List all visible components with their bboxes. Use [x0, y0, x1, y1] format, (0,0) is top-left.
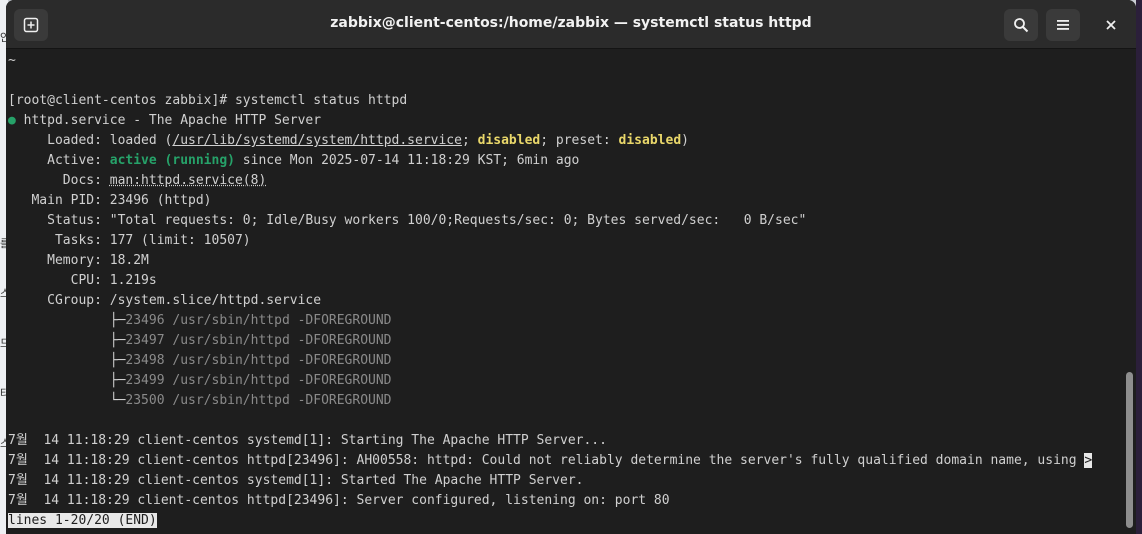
- tree-branch: └─: [8, 393, 126, 408]
- new-tab-button[interactable]: [14, 9, 48, 41]
- unit-file-path: /usr/lib/systemd/system/httpd.service: [172, 133, 462, 148]
- journal-log-line: 7월 14 11:18:29 client-centos httpd[23496…: [8, 451, 1093, 471]
- scrollbar-thumb[interactable]: [1126, 372, 1133, 528]
- terminal-line-home: ~: [8, 53, 16, 68]
- process-command: 23497 /usr/sbin/httpd -DFOREGROUND: [125, 333, 392, 348]
- loaded-end: ): [681, 133, 689, 148]
- hamburger-menu-icon: [1057, 20, 1069, 30]
- journal-log-line: 7월 14 11:18:29 client-centos systemd[1]:…: [8, 473, 584, 488]
- terminal-line-active: Active: active (running) since Mon 2025-…: [8, 151, 579, 171]
- menu-button[interactable]: [1046, 9, 1080, 41]
- tree-branch: ├─: [8, 373, 126, 388]
- journal-log-text: 7월 14 11:18:29 client-centos httpd[23496…: [8, 453, 1085, 468]
- terminal-line-main-pid: Main PID: 23496 (httpd): [8, 193, 212, 208]
- terminal-line-cpu: CPU: 1.219s: [8, 273, 157, 288]
- journal-log-line: 7월 14 11:18:29 client-centos systemd[1]:…: [8, 433, 607, 448]
- active-label: Active:: [8, 153, 110, 168]
- service-name: httpd.service - The Apache HTTP Server: [15, 113, 322, 128]
- process-command: 23498 /usr/sbin/httpd -DFOREGROUND: [125, 353, 392, 368]
- journal-log-line: 7월 14 11:18:29 client-centos httpd[23496…: [8, 493, 670, 508]
- docs-label: Docs:: [8, 173, 110, 188]
- window-title: zabbix@client-centos:/home/zabbix — syst…: [330, 15, 812, 31]
- terminal-line-prompt: [root@client-centos zabbix]# systemctl s…: [8, 93, 408, 108]
- process-tree-item: ├─23496 /usr/sbin/httpd -DFOREGROUND: [8, 311, 392, 331]
- vertical-scrollbar[interactable]: [1124, 49, 1136, 534]
- pager-status: lines 1-20/20 (END): [8, 513, 157, 528]
- terminal-line-status: Status: "Total requests: 0; Idle/Busy wo…: [8, 213, 807, 228]
- process-command: 23499 /usr/sbin/httpd -DFOREGROUND: [125, 373, 392, 388]
- process-command: 23496 /usr/sbin/httpd -DFOREGROUND: [125, 313, 392, 328]
- loaded-label: Loaded: loaded (: [8, 133, 173, 148]
- search-button[interactable]: [1004, 9, 1038, 41]
- terminal-line-docs: Docs: man:httpd.service(8): [8, 171, 267, 191]
- tree-branch: ├─: [8, 353, 126, 368]
- tree-branch: ├─: [8, 333, 126, 348]
- terminal-line-tasks: Tasks: 177 (limit: 10507): [8, 233, 251, 248]
- title-bar: zabbix@client-centos:/home/zabbix — syst…: [6, 0, 1136, 49]
- process-command: 23500 /usr/sbin/httpd -DFOREGROUND: [125, 393, 392, 408]
- unit-state: disabled: [477, 133, 541, 148]
- search-icon: [1014, 18, 1029, 33]
- terminal-line-service: ● httpd.service - The Apache HTTP Server: [8, 111, 321, 131]
- docs-link[interactable]: man:httpd.service(8): [110, 173, 267, 188]
- terminal-line-loaded: Loaded: loaded (/usr/lib/systemd/system/…: [8, 131, 689, 151]
- preset-state: disabled: [618, 133, 682, 148]
- tree-branch: ├─: [8, 313, 126, 328]
- close-icon: [1106, 20, 1116, 30]
- status-bullet-icon: ●: [8, 113, 16, 128]
- loaded-separator: ;: [461, 133, 478, 148]
- close-button[interactable]: [1094, 9, 1128, 41]
- terminal-output[interactable]: ~ [root@client-centos zabbix]# systemctl…: [6, 49, 1124, 534]
- process-tree-item: ├─23498 /usr/sbin/httpd -DFOREGROUND: [8, 351, 392, 371]
- pager-status-line: lines 1-20/20 (END): [8, 511, 157, 531]
- terminal-line-cgroup: CGroup: /system.slice/httpd.service: [8, 293, 322, 308]
- terminal-window: zabbix@client-centos:/home/zabbix — syst…: [6, 0, 1136, 534]
- terminal-line-memory: Memory: 18.2M: [8, 253, 149, 268]
- active-since: since Mon 2025-07-14 11:18:29 KST; 6min …: [234, 153, 580, 168]
- desktop-background-right: [1136, 0, 1142, 534]
- process-tree-item: ├─23499 /usr/sbin/httpd -DFOREGROUND: [8, 371, 392, 391]
- preset-label: ; preset:: [540, 133, 619, 148]
- process-tree-item: └─23500 /usr/sbin/httpd -DFOREGROUND: [8, 391, 392, 411]
- active-state: active (running): [109, 153, 235, 168]
- new-tab-icon: [23, 17, 39, 33]
- process-tree-item: ├─23497 /usr/sbin/httpd -DFOREGROUND: [8, 331, 392, 351]
- line-truncated-marker: >: [1084, 453, 1093, 468]
